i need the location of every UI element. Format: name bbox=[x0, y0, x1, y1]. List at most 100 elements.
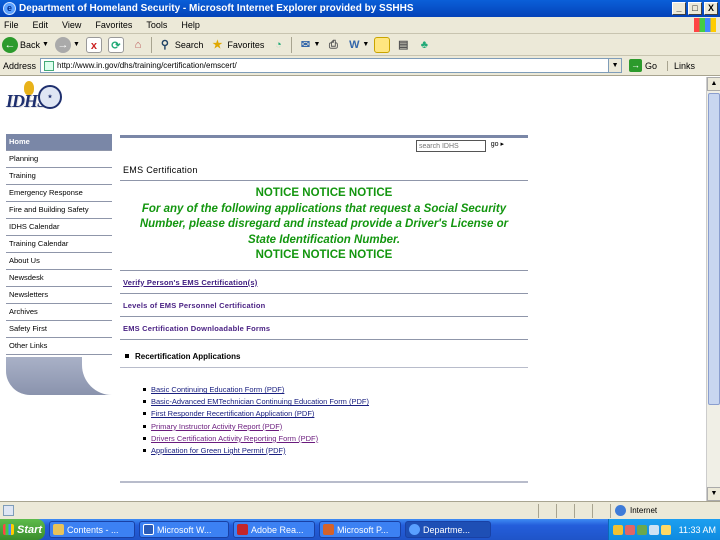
sidebar-item-newsdesk[interactable]: Newsdesk bbox=[6, 270, 112, 287]
system-tray: 11:33 AM bbox=[607, 519, 720, 540]
messenger-icon[interactable]: ♣ bbox=[416, 37, 432, 53]
sidebar-item-idhs-calendar[interactable]: IDHS Calendar bbox=[6, 219, 112, 236]
window-title: Department of Homeland Security - Micros… bbox=[19, 3, 414, 14]
task-contents[interactable]: Contents - ... bbox=[49, 521, 135, 538]
standard-toolbar: ← Back ▼ → ▼ x ⟳ ⌂ ⚲ Search ★ Favorites … bbox=[0, 34, 720, 56]
menu-view[interactable]: View bbox=[62, 20, 81, 30]
sidebar-item-archives[interactable]: Archives bbox=[6, 304, 112, 321]
refresh-icon[interactable]: ⟳ bbox=[107, 36, 124, 53]
idhs-logo[interactable]: IDHS ★ bbox=[4, 81, 64, 121]
edit-icon[interactable]: W bbox=[346, 37, 362, 53]
links-button[interactable]: Links bbox=[667, 60, 695, 71]
task-adobe-reader[interactable]: Adobe Rea... bbox=[233, 521, 315, 538]
chevron-down-icon[interactable]: ▼ bbox=[608, 59, 622, 72]
list-item[interactable]: First Responder Recertification Applicat… bbox=[143, 408, 528, 420]
history-icon[interactable]: ◔ bbox=[270, 37, 286, 53]
back-arrow-icon: ← bbox=[2, 36, 18, 53]
sidebar-item-planning[interactable]: Planning bbox=[6, 151, 112, 168]
toolbar-separator bbox=[291, 36, 293, 53]
favorites-button[interactable]: ★ Favorites bbox=[209, 37, 264, 53]
tray-app-icon[interactable] bbox=[612, 524, 623, 535]
sidebar-item-other-links[interactable]: Other Links bbox=[6, 338, 112, 355]
chevron-down-icon[interactable]: ▼ bbox=[313, 41, 320, 48]
start-button[interactable]: Start bbox=[0, 519, 45, 540]
menu-favorites[interactable]: Favorites bbox=[95, 20, 132, 30]
ie-logo-icon: e bbox=[3, 2, 16, 15]
home-icon[interactable]: ⌂ bbox=[130, 37, 146, 53]
list-item[interactable]: Basic Continuing Education Form (PDF) bbox=[143, 384, 528, 396]
levels-certification-link[interactable]: Levels of EMS Personnel Certification bbox=[120, 292, 528, 316]
sidebar-item-newsletters[interactable]: Newsletters bbox=[6, 287, 112, 304]
maximize-button[interactable]: □ bbox=[688, 2, 702, 15]
menu-file[interactable]: File bbox=[4, 20, 19, 30]
list-item[interactable]: Basic-Advanced EMTechnician Continuing E… bbox=[143, 396, 528, 408]
scroll-up-button[interactable]: ▲ bbox=[707, 77, 720, 91]
go-arrow-icon: → bbox=[629, 59, 643, 72]
task-internet-explorer[interactable]: Departme... bbox=[405, 521, 491, 538]
page-icon bbox=[44, 60, 55, 71]
globe-icon bbox=[615, 505, 626, 516]
magnifier-icon: ⚲ bbox=[160, 38, 169, 51]
mail-icon[interactable]: ✉ bbox=[297, 37, 313, 53]
list-item[interactable]: Primary Instructor Activity Report (PDF) bbox=[143, 420, 528, 432]
status-cell bbox=[574, 503, 592, 518]
divider bbox=[120, 480, 528, 483]
go-button[interactable]: → Go bbox=[626, 59, 657, 72]
verify-certification-link[interactable]: Verify Person's EMS Certification(s) bbox=[120, 269, 528, 293]
sidebar-item-fire-building-safety[interactable]: Fire and Building Safety bbox=[6, 202, 112, 219]
sidebar-item-emergency-response[interactable]: Emergency Response bbox=[6, 185, 112, 202]
tray-app-icon[interactable] bbox=[624, 524, 635, 535]
sidebar-item-home[interactable]: Home bbox=[6, 134, 112, 151]
site-search: go ▸ bbox=[120, 135, 528, 152]
menu-bar: File Edit View Favorites Tools Help bbox=[0, 17, 720, 34]
page-status-icon bbox=[3, 505, 14, 516]
stop-icon[interactable]: x bbox=[85, 36, 102, 53]
list-item[interactable]: Drivers Certification Activity Reporting… bbox=[143, 432, 528, 444]
sidebar-item-about-us[interactable]: About Us bbox=[6, 253, 112, 270]
tray-app-icon[interactable] bbox=[636, 524, 647, 535]
taskbar-clock[interactable]: 11:33 AM bbox=[679, 525, 716, 535]
bullet-icon bbox=[143, 449, 146, 453]
task-powerpoint[interactable]: Microsoft P... bbox=[319, 521, 401, 538]
bullet-icon bbox=[143, 424, 146, 428]
chevron-down-icon[interactable]: ▼ bbox=[73, 41, 80, 48]
back-button[interactable]: ← Back ▼ bbox=[2, 36, 49, 53]
task-word[interactable]: Microsoft W... bbox=[139, 521, 229, 538]
forward-arrow-icon: → bbox=[54, 36, 71, 53]
vertical-scrollbar[interactable]: ▲ ▼ bbox=[706, 77, 720, 501]
chevron-down-icon[interactable]: ▼ bbox=[362, 41, 369, 48]
main-content: go ▸ EMS Certification NOTICE NOTICE NOT… bbox=[120, 135, 528, 483]
status-cell bbox=[592, 503, 610, 518]
minimize-button[interactable]: _ bbox=[672, 2, 686, 15]
search-button[interactable]: ⚲ Search bbox=[157, 37, 204, 53]
sidebar-item-training[interactable]: Training bbox=[6, 168, 112, 185]
downloadable-forms-link[interactable]: EMS Certification Downloadable Forms bbox=[120, 315, 528, 339]
menu-edit[interactable]: Edit bbox=[33, 20, 49, 30]
tray-network-icon[interactable] bbox=[648, 524, 659, 535]
menu-help[interactable]: Help bbox=[181, 20, 200, 30]
address-url[interactable]: http://www.in.gov/dhs/training/certifica… bbox=[57, 61, 608, 70]
chevron-down-icon[interactable]: ▼ bbox=[42, 41, 49, 48]
window-titlebar[interactable]: e Department of Homeland Security - Micr… bbox=[0, 0, 720, 17]
bullet-icon bbox=[143, 388, 146, 392]
scroll-thumb[interactable] bbox=[708, 93, 720, 405]
status-cell bbox=[556, 503, 574, 518]
print-icon[interactable]: ⎙ bbox=[325, 37, 341, 53]
research-icon[interactable]: ▤ bbox=[395, 37, 411, 53]
scroll-down-button[interactable]: ▼ bbox=[707, 487, 720, 501]
toolbar-separator bbox=[150, 36, 152, 53]
discuss-icon[interactable] bbox=[374, 36, 391, 53]
search-input[interactable] bbox=[416, 140, 486, 152]
sidebar-item-training-calendar[interactable]: Training Calendar bbox=[6, 236, 112, 253]
sidebar-item-safety-first[interactable]: Safety First bbox=[6, 321, 112, 338]
list-item[interactable]: Application for Green Light Permit (PDF) bbox=[143, 444, 528, 456]
tray-volume-icon[interactable] bbox=[660, 524, 671, 535]
address-input[interactable]: http://www.in.gov/dhs/training/certifica… bbox=[40, 58, 623, 73]
menu-tools[interactable]: Tools bbox=[146, 20, 167, 30]
search-go-button[interactable]: go ▸ bbox=[491, 140, 504, 148]
close-button[interactable]: X bbox=[704, 2, 718, 15]
forward-button[interactable]: → ▼ bbox=[54, 36, 80, 53]
page-title: EMS Certification bbox=[123, 165, 198, 175]
notice-body: For any of the following applications th… bbox=[139, 202, 509, 246]
bullet-icon bbox=[143, 400, 146, 404]
